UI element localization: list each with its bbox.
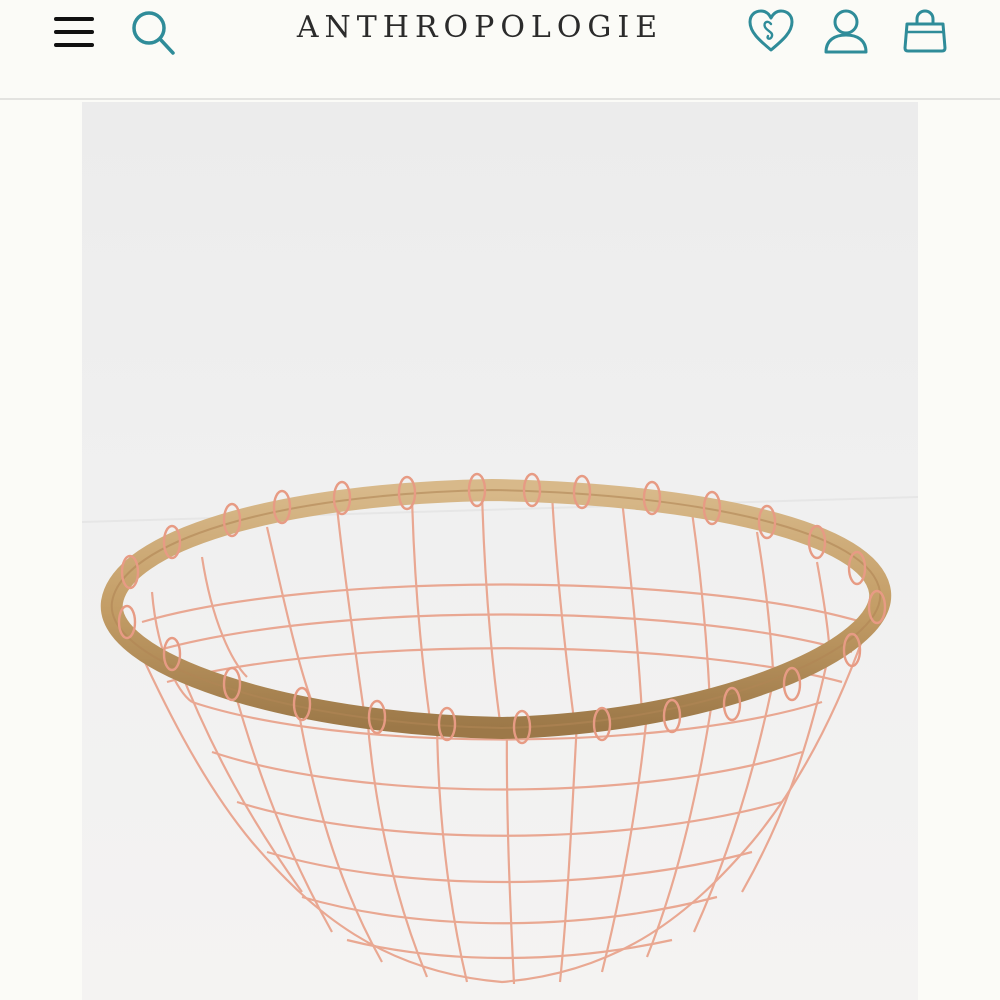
- search-icon: [132, 11, 175, 55]
- account-button[interactable]: [815, 2, 877, 60]
- hamburger-menu-icon: [54, 17, 94, 47]
- heart-icon: [748, 9, 794, 52]
- shopping-bag-icon: [903, 9, 947, 53]
- search-button[interactable]: [120, 2, 186, 62]
- product-image[interactable]: [82, 102, 918, 1000]
- brand-logo[interactable]: ANTHROPOLOGIE: [260, 8, 700, 48]
- top-header: ANTHROPOLOGIE: [0, 0, 1000, 100]
- menu-button[interactable]: [44, 4, 104, 60]
- basket-photo: [82, 102, 918, 1000]
- shopping-bag-button[interactable]: [892, 2, 958, 60]
- user-icon: [824, 9, 868, 54]
- wishlist-button[interactable]: [740, 2, 802, 60]
